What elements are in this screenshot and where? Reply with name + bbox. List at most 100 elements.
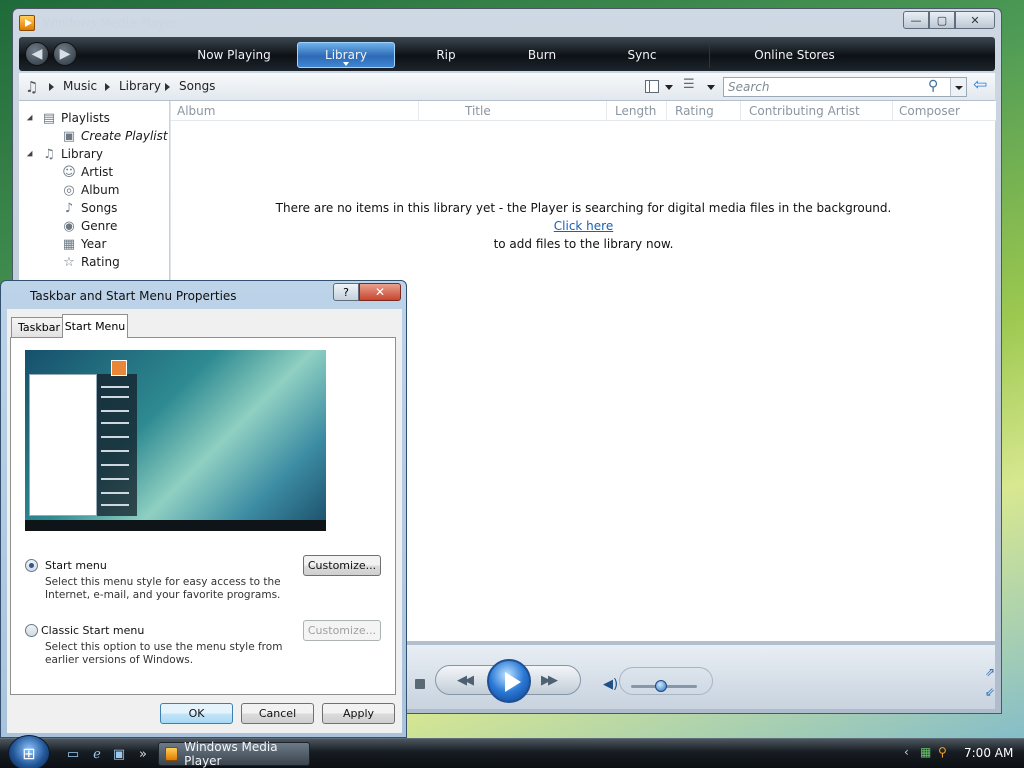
classic-start-menu-description: Select this option to use the menu style… [45,641,283,666]
tab-now-playing[interactable]: Now Playing [179,42,289,68]
volume-slider-knob[interactable] [655,680,667,692]
volume-icon[interactable]: ◀) [603,677,618,692]
column-header-length[interactable]: Length [609,101,667,121]
taskbar-button-windows-media-player[interactable]: Windows Media Player [158,740,310,768]
tab-library[interactable]: Library [297,42,395,68]
nav-item-label: Rating [81,255,120,269]
column-header-album[interactable]: Album [171,101,419,121]
column-header-title[interactable]: Title [459,101,607,121]
breadcrumb-library[interactable]: Library [119,79,161,93]
album-icon: ◎ [63,182,75,198]
minimize-button[interactable]: — [903,11,929,29]
volume-area [619,667,713,695]
quick-launch-overflow-icon[interactable]: » [134,746,152,762]
wmp-titlebar[interactable]: Windows Media Player — ▢ ✕ [13,9,1001,37]
clock[interactable]: 7:00 AM [964,746,1013,760]
tab-burn[interactable]: Burn [499,42,585,68]
tab-online-stores[interactable]: Online Stores [709,42,879,68]
dialog-close-button[interactable]: ✕ [359,283,401,301]
nav-item-album[interactable]: ◎ Album [61,181,119,199]
nav-item-playlists[interactable]: ▤ Playlists [41,109,110,127]
view-options-icon[interactable] [645,80,659,93]
playlist-icon: ▤ [42,110,56,126]
network-icon[interactable]: ▦ [920,745,931,759]
next-button[interactable]: ▶▶ [541,673,558,688]
nav-item-rating[interactable]: ☆ Rating [61,253,120,271]
nav-item-label: Year [81,237,107,251]
nav-item-label: Library [61,147,103,161]
wmp-nav-bar: ◀ ▶ Now Playing Library Rip Burn Sync On… [19,37,995,71]
classic-start-menu-radio-label[interactable]: Classic Start menu [41,624,144,637]
start-menu-radio-label[interactable]: Start menu [45,559,107,572]
start-menu-description: Select this menu style for easy access t… [45,576,281,601]
taskbar-start-menu-properties-dialog: Taskbar and Start Menu Properties ? ✕ Ta… [0,280,407,738]
breadcrumb-songs[interactable]: Songs [179,79,215,93]
start-menu-radio[interactable] [25,559,38,572]
internet-explorer-icon[interactable]: ℯ [88,746,106,762]
nav-item-create-playlist[interactable]: ▣ Create Playlist [61,127,168,145]
forward-arrow-button[interactable]: ▶ [53,42,77,66]
stop-button[interactable] [415,679,425,689]
show-desktop-icon[interactable]: ▭ [64,746,82,762]
search-dropdown-button[interactable] [950,78,966,96]
layout-options-dropdown-icon[interactable] [707,85,715,90]
breadcrumb-arrow-icon[interactable] [49,83,54,91]
column-header-rating[interactable]: Rating [669,101,741,121]
layout-options-icon[interactable]: ☰ [683,77,695,92]
switch-to-mini-player-icon[interactable]: ⇗ [985,665,995,679]
tab-rip[interactable]: Rip [403,42,489,68]
notification-area: ‹ ▦ ⚲ 7:00 AM [900,742,1024,766]
dialog-body: Taskbar Start Menu Start menu Select thi… [7,309,402,733]
start-button[interactable]: ⊞ [8,735,50,768]
nav-item-label: Playlists [61,111,110,125]
preview-right-pane [97,374,137,516]
nav-item-genre[interactable]: ◉ Genre [61,217,117,235]
back-arrow-icon[interactable]: ⇦ [973,75,987,95]
view-options-dropdown-icon[interactable] [665,85,673,90]
search-input[interactable] [728,79,928,95]
click-here-link[interactable]: Click here [554,219,613,233]
search-icon[interactable]: ⚲ [928,78,938,94]
search-icon[interactable]: ⚲ [938,745,947,759]
apply-button[interactable]: Apply [322,703,395,724]
classic-start-menu-radio[interactable] [25,624,38,637]
nav-item-library[interactable]: ♫ Library [41,145,103,163]
nav-item-year[interactable]: ▦ Year [61,235,107,253]
start-menu-tab-panel: Start menu Select this menu style for ea… [10,337,396,695]
preview-taskbar [25,520,326,531]
close-button[interactable]: ✕ [955,11,995,29]
wmp-app-icon [165,747,179,761]
back-arrow-button[interactable]: ◀ [25,42,49,66]
cancel-button[interactable]: Cancel [241,703,314,724]
music-note-icon[interactable]: ♫ [25,78,38,96]
customize-classic-start-menu-button: Customize... [303,620,381,641]
expand-icon[interactable] [26,150,36,160]
tab-start-menu[interactable]: Start Menu [62,314,128,338]
play-button[interactable] [487,659,531,703]
calendar-icon: ▦ [62,236,76,252]
nav-item-label: Genre [81,219,118,233]
expand-icon[interactable] [26,114,36,124]
switch-to-full-mode-icon[interactable]: ⇙ [985,685,995,699]
ok-button[interactable]: OK [160,703,233,724]
breadcrumb-arrow-icon[interactable] [165,83,170,91]
customize-start-menu-button[interactable]: Customize... [303,555,381,576]
previous-button[interactable]: ◀◀ [457,673,474,688]
start-menu-preview-image [25,350,326,531]
tab-sync[interactable]: Sync [599,42,685,68]
preview-start-pane [29,374,97,516]
nav-item-songs[interactable]: ♪ Songs [61,199,118,217]
help-button[interactable]: ? [333,283,359,301]
breadcrumb-music[interactable]: Music [63,79,97,93]
tray-expand-icon[interactable]: ‹ [904,745,909,759]
switch-windows-icon[interactable]: ▣ [110,746,128,762]
music-note-icon: ♫ [43,146,55,162]
breadcrumb-arrow-icon[interactable] [105,83,110,91]
column-header-composer[interactable]: Composer [893,101,996,121]
column-header-contributing-artist[interactable]: Contributing Artist [743,101,893,121]
nav-item-label: Songs [81,201,118,215]
maximize-button[interactable]: ▢ [929,11,955,29]
nav-item-artist[interactable]: ☺ Artist [61,163,113,181]
tab-taskbar[interactable]: Taskbar [11,317,67,337]
address-bar: ♫ Music Library Songs ☰ ⚲ ⇦ [19,73,995,101]
